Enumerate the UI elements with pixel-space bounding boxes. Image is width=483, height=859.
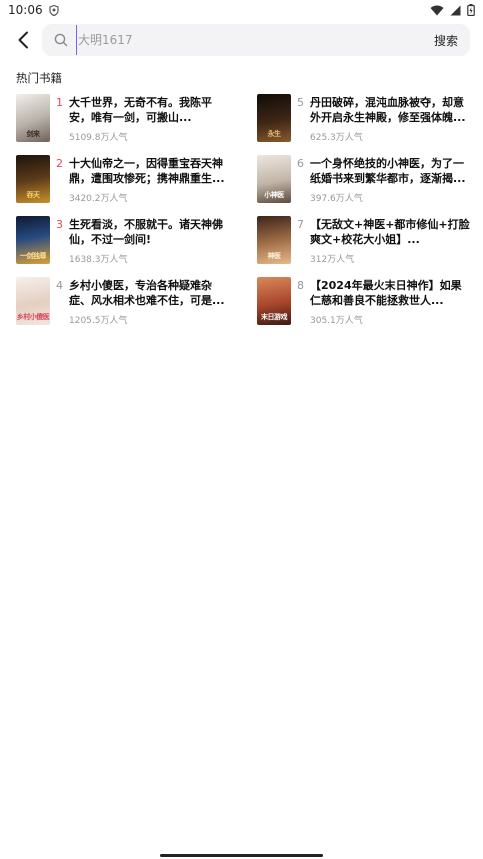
cover-title: 神医 bbox=[267, 252, 282, 260]
cover-title: 永生 bbox=[267, 130, 282, 138]
back-arrow-icon bbox=[18, 31, 28, 49]
book-cover: 剑来 bbox=[16, 94, 50, 142]
shield-icon bbox=[48, 4, 59, 16]
book-popularity: 397.6万人气 bbox=[310, 194, 363, 204]
book-title: 十大仙帝之一，因得重宝吞天神鼎，遭围攻惨死；携神鼎重生... bbox=[69, 157, 225, 185]
book-title: 生死看淡，不服就干。诸天神佛仙，不过一剑间! bbox=[69, 218, 223, 246]
book-popularity: 305.1万人气 bbox=[310, 316, 363, 326]
book-rank: 5 bbox=[297, 96, 304, 109]
book-rank: 7 bbox=[297, 218, 304, 231]
book-item[interactable]: 永生 5 丹田破碎，混沌血脉被夺，却意外开启永生神殿，修至强体魄... 625.… bbox=[257, 94, 477, 148]
book-item[interactable]: 剑来 1 大千世界，无奇不有。我陈平安，唯有一剑，可搬山... 5109.8万人… bbox=[16, 94, 236, 148]
back-button[interactable] bbox=[12, 28, 34, 52]
book-popularity: 1638.3万人气 bbox=[69, 255, 128, 265]
battery-icon bbox=[467, 4, 475, 16]
book-item[interactable]: 神医 7 【无敌文+神医+都市修仙+打脸爽文+校花大小姐】... 312万人气 bbox=[257, 216, 477, 270]
section-title: 热门书籍 bbox=[16, 71, 62, 85]
book-rank: 6 bbox=[297, 157, 304, 170]
cover-title: 末日游戏 bbox=[261, 313, 288, 321]
search-box: 搜索 bbox=[42, 24, 470, 56]
status-time: 10:06 bbox=[8, 3, 43, 17]
status-indicators bbox=[430, 4, 475, 16]
book-rank: 4 bbox=[56, 279, 63, 292]
book-popularity: 5109.8万人气 bbox=[69, 133, 128, 143]
book-cover: 小神医 bbox=[257, 155, 291, 203]
book-rank: 8 bbox=[297, 279, 304, 292]
search-button[interactable]: 搜索 bbox=[434, 32, 458, 49]
search-input[interactable] bbox=[76, 25, 426, 55]
cover-title: 剑来 bbox=[26, 130, 41, 138]
book-title: 乡村小傻医，专治各种疑难杂症、风水相术也难不住，可是... bbox=[69, 279, 225, 307]
cover-title: 小神医 bbox=[264, 191, 284, 199]
search-icon bbox=[54, 33, 68, 47]
book-title: 一个身怀绝技的小神医，为了一纸婚书来到繁华都市，逐渐揭... bbox=[310, 157, 466, 185]
book-popularity: 1205.5万人气 bbox=[69, 316, 128, 326]
book-item[interactable]: 小神医 6 一个身怀绝技的小神医，为了一纸婚书来到繁华都市，逐渐揭... 397… bbox=[257, 155, 477, 209]
book-item[interactable]: 一剑独尊 3 生死看淡，不服就干。诸天神佛仙，不过一剑间! 1638.3万人气 bbox=[16, 216, 236, 270]
cover-title: 乡村小傻医 bbox=[16, 313, 50, 321]
book-rank: 2 bbox=[56, 157, 63, 170]
status-bar: 10:06 bbox=[0, 0, 483, 20]
book-rank: 1 bbox=[56, 96, 63, 109]
book-cover: 永生 bbox=[257, 94, 291, 142]
book-title: 【2024年最火末日神作】如果仁慈和善良不能拯救世人... bbox=[310, 279, 462, 307]
book-cover: 乡村小傻医 bbox=[16, 277, 50, 325]
book-title: 丹田破碎，混沌血脉被夺，却意外开启永生神殿，修至强体魄... bbox=[310, 96, 466, 124]
book-popularity: 3420.2万人气 bbox=[69, 194, 128, 204]
book-cover: 一剑独尊 bbox=[16, 216, 50, 264]
book-title: 大千世界，无奇不有。我陈平安，唯有一剑，可搬山... bbox=[69, 96, 212, 124]
book-cover: 吞天 bbox=[16, 155, 50, 203]
book-popularity: 625.3万人气 bbox=[310, 133, 363, 143]
signal-icon bbox=[450, 5, 461, 15]
search-bar: 搜索 bbox=[0, 24, 483, 56]
book-cover: 神医 bbox=[257, 216, 291, 264]
book-title: 【无敌文+神医+都市修仙+打脸爽文+校花大小姐】... bbox=[310, 218, 470, 246]
cover-title: 一剑独尊 bbox=[20, 252, 47, 260]
book-rank: 3 bbox=[56, 218, 63, 231]
book-item[interactable]: 乡村小傻医 4 乡村小傻医，专治各种疑难杂症、风水相术也难不住，可是... 12… bbox=[16, 277, 236, 331]
book-item[interactable]: 末日游戏 8 【2024年最火末日神作】如果仁慈和善良不能拯救世人... 305… bbox=[257, 277, 477, 331]
wifi-icon bbox=[430, 5, 444, 16]
book-item[interactable]: 吞天 2 十大仙帝之一，因得重宝吞天神鼎，遭围攻惨死；携神鼎重生... 3420… bbox=[16, 155, 236, 209]
home-indicator bbox=[160, 854, 323, 857]
book-cover: 末日游戏 bbox=[257, 277, 291, 325]
cover-title: 吞天 bbox=[26, 191, 41, 199]
book-popularity: 312万人气 bbox=[310, 255, 355, 265]
